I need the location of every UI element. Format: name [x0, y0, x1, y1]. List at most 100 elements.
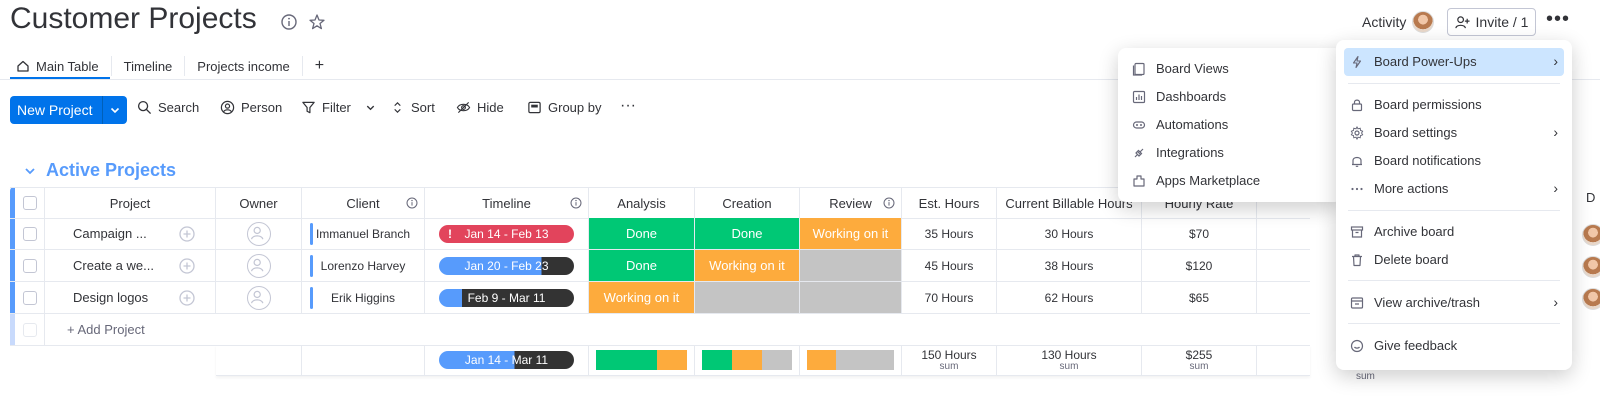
column-header-analysis[interactable]: Analysis	[589, 188, 695, 218]
row-checkbox[interactable]	[15, 282, 45, 313]
summary-timeline-cell[interactable]: Jan 14 - Mar 11	[425, 345, 589, 375]
status-cell[interactable]: Done	[589, 250, 695, 281]
timeline-cell[interactable]: ! Jan 14 - Feb 13	[425, 218, 589, 249]
activity-button[interactable]: Activity	[1362, 14, 1406, 30]
number-cell[interactable]: $70	[1142, 218, 1257, 249]
client-cell[interactable]: Immanuel Branch	[302, 218, 425, 249]
table-row[interactable]: Create a we... Lorenzo Harvey Jan 20 - F…	[10, 250, 1310, 282]
tab-main-table[interactable]: Main Table	[10, 56, 112, 76]
menu-item-view-archive-trash[interactable]: View archive/trash	[1350, 295, 1480, 310]
tab-projects-income[interactable]: Projects income	[185, 56, 303, 76]
column-header-timeline[interactable]: Timeline	[425, 188, 589, 218]
row-checkbox[interactable]	[15, 218, 45, 249]
client-cell[interactable]: Erik Higgins	[302, 282, 425, 313]
client-cell[interactable]: Lorenzo Harvey	[302, 250, 425, 281]
menu-item-board-views[interactable]: Board Views	[1132, 61, 1229, 76]
menu-item-more-actions[interactable]: More actions	[1350, 181, 1448, 196]
person-filter-button[interactable]: Person	[220, 100, 282, 115]
number-cell[interactable]: 62 Hours	[997, 282, 1142, 313]
feedback-icon	[1350, 339, 1364, 352]
column-header-owner[interactable]: Owner	[216, 188, 302, 218]
table-row[interactable]: Campaign ... Immanuel Branch ! Jan 14 - …	[10, 218, 1310, 250]
chevron-down-icon[interactable]	[365, 102, 376, 113]
status-cell[interactable]	[695, 282, 800, 313]
menu-item-delete-board[interactable]: Delete board	[1350, 252, 1448, 267]
column-header-review[interactable]: Review	[800, 188, 902, 218]
menu-item-board-settings[interactable]: Board settings	[1350, 125, 1457, 140]
column-header-est-hours[interactable]: Est. Hours	[902, 188, 997, 218]
add-view-button[interactable]: +	[303, 56, 336, 76]
number-cell[interactable]: 30 Hours	[997, 218, 1142, 249]
add-update-icon[interactable]	[178, 225, 196, 243]
hide-button[interactable]: Hide	[456, 100, 504, 115]
menu-item-give-feedback[interactable]: Give feedback	[1350, 338, 1457, 353]
status-cell[interactable]: Done	[589, 218, 695, 249]
project-cell[interactable]: Design logos	[45, 282, 216, 313]
menu-item-automations[interactable]: Automations	[1132, 117, 1228, 132]
avatar[interactable]	[1412, 11, 1434, 33]
chevron-down-icon[interactable]	[103, 104, 127, 116]
search-button[interactable]: Search	[137, 100, 199, 115]
number-cell[interactable]: 70 Hours	[902, 282, 997, 313]
number-cell[interactable]: 35 Hours	[902, 218, 997, 249]
owner-cell[interactable]	[216, 282, 302, 313]
row-checkbox[interactable]	[15, 250, 45, 281]
menu-item-board-notifications[interactable]: Board notifications	[1350, 153, 1481, 168]
more-toolbar-icon[interactable]: ···	[620, 97, 636, 115]
number-cell[interactable]: 45 Hours	[902, 250, 997, 281]
status-summary-cell[interactable]	[800, 345, 902, 375]
add-update-icon[interactable]	[178, 289, 196, 307]
timeline-cell[interactable]: Feb 9 - Mar 11	[425, 282, 589, 313]
new-project-button[interactable]: New Project	[10, 96, 128, 124]
filter-button[interactable]: Filter	[301, 100, 376, 115]
invite-button[interactable]: Invite / 1	[1447, 8, 1536, 36]
menu-item-integrations[interactable]: Integrations	[1132, 145, 1224, 160]
menu-item-dashboards[interactable]: Dashboards	[1132, 89, 1226, 104]
select-all-checkbox[interactable]	[15, 188, 45, 218]
project-cell[interactable]: Campaign ...	[45, 218, 216, 249]
status-cell[interactable]: Working on it	[589, 282, 695, 313]
table-row[interactable]: Design logos Erik Higgins Feb 9 - Mar 11…	[10, 282, 1310, 314]
group-header[interactable]: Active Projects	[24, 160, 176, 181]
info-icon[interactable]	[406, 197, 418, 209]
project-cell[interactable]: Create a we...	[45, 250, 216, 281]
status-cell[interactable]: Working on it	[800, 218, 902, 249]
status-cell[interactable]	[800, 282, 902, 313]
avatar[interactable]	[1582, 288, 1600, 310]
table-header: Project Owner Client Timeline Analysis C…	[10, 187, 1310, 219]
avatar[interactable]	[1582, 256, 1600, 278]
owner-cell[interactable]	[216, 218, 302, 249]
status-summary-cell[interactable]	[589, 345, 695, 375]
status-cell[interactable]	[800, 250, 902, 281]
group-by-button[interactable]: Group by	[527, 100, 601, 115]
timeline-cell[interactable]: Jan 20 - Feb 23	[425, 250, 589, 281]
add-item-row[interactable]: + Add Project	[10, 314, 1310, 346]
chevron-down-icon[interactable]	[24, 165, 36, 177]
add-update-icon[interactable]	[178, 257, 196, 275]
info-icon[interactable]	[280, 13, 298, 31]
menu-item-apps-marketplace[interactable]: Apps Marketplace	[1132, 173, 1260, 188]
sum-label: sum	[1059, 361, 1079, 372]
add-project-input[interactable]: + Add Project	[45, 314, 345, 345]
menu-item-board-power-ups[interactable]: Board Power-Ups	[1350, 54, 1477, 69]
number-cell[interactable]: $120	[1142, 250, 1257, 281]
status-cell[interactable]: Working on it	[695, 250, 800, 281]
menu-item-archive-board[interactable]: Archive board	[1350, 224, 1454, 239]
sort-button[interactable]: Sort	[390, 100, 435, 115]
column-header-client[interactable]: Client	[302, 188, 425, 218]
number-cell[interactable]: 38 Hours	[997, 250, 1142, 281]
column-header-creation[interactable]: Creation	[695, 188, 800, 218]
avatar[interactable]	[1582, 224, 1600, 246]
star-icon[interactable]	[308, 13, 326, 31]
menu-item-board-permissions[interactable]: Board permissions	[1350, 97, 1482, 112]
tab-timeline[interactable]: Timeline	[112, 56, 186, 76]
number-cell[interactable]: $65	[1142, 282, 1257, 313]
more-options-icon[interactable]: •••	[1546, 8, 1570, 31]
column-header-project[interactable]: Project	[45, 188, 216, 218]
add-project-label: + Add Project	[67, 322, 145, 337]
status-summary-cell[interactable]	[695, 345, 800, 375]
owner-cell[interactable]	[216, 250, 302, 281]
info-icon[interactable]	[570, 197, 582, 209]
info-icon[interactable]	[883, 197, 895, 209]
status-cell[interactable]: Done	[695, 218, 800, 249]
